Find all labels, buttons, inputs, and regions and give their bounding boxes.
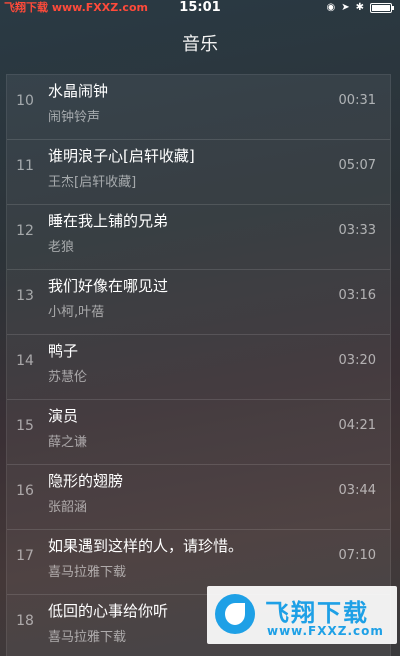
song-list[interactable]: 10 水晶闹钟闹钟铃声 00:31 11 谁明浪子心[启轩收藏] 王杰[启轩收藏] 05:0… bbox=[6, 74, 391, 656]
orientation-lock-icon: ◉ bbox=[326, 2, 336, 13]
status-right: ◉ ➤ ✱ bbox=[326, 0, 394, 16]
page-title: 音乐 bbox=[182, 34, 218, 55]
song-title: 我们好像在哪见过 bbox=[48, 277, 169, 295]
music-screen: 飞翔下载 www.FXXZ.com 15:01 ◉ ➤ ✱ 音乐 10 水晶闹钟闹… bbox=[0, 0, 400, 656]
song-artist: 喜马拉雅下载 bbox=[48, 630, 127, 645]
song-artist: 老狼 bbox=[48, 240, 75, 255]
song-artist: 苏慧伦 bbox=[48, 370, 88, 385]
song-duration: 03:44 bbox=[338, 483, 376, 498]
song-row[interactable]: 11 谁明浪子心[启轩收藏] 王杰[启轩收藏] 05:07 bbox=[7, 140, 390, 205]
location-icon: ➤ bbox=[341, 2, 350, 13]
watermark-logo-icon bbox=[215, 594, 255, 634]
song-title: 演员 bbox=[48, 407, 79, 425]
bluetooth-icon: ✱ bbox=[355, 2, 364, 13]
song-artist: 王杰[启轩收藏] bbox=[48, 175, 137, 190]
song-index: 16 bbox=[16, 483, 34, 499]
status-bar: 飞翔下载 www.FXXZ.com 15:01 ◉ ➤ ✱ bbox=[0, 0, 400, 16]
watermark-url: www.FXXZ.com bbox=[267, 624, 384, 638]
song-row[interactable]: 12 睡在我上铺的兄弟 老狼 03:33 bbox=[7, 205, 390, 270]
song-duration: 03:20 bbox=[338, 353, 376, 368]
song-title: 鸭子 bbox=[48, 342, 79, 360]
song-title: 睡在我上铺的兄弟 bbox=[48, 212, 169, 230]
watermark-overlay: 飞翔下载 www.FXXZ.com bbox=[207, 586, 397, 644]
song-duration: 05:07 bbox=[338, 158, 376, 173]
song-index: 17 bbox=[16, 548, 34, 564]
song-duration: 04:21 bbox=[338, 418, 376, 433]
song-index: 14 bbox=[16, 353, 34, 369]
song-artist: 小柯,叶蓓 bbox=[48, 305, 105, 320]
watermark-logo-text: 飞翔下载 bbox=[265, 599, 369, 627]
song-artist: 薛之谦 bbox=[48, 435, 88, 450]
song-artist: 喜马拉雅下载 bbox=[48, 565, 127, 580]
song-row[interactable]: 13 我们好像在哪见过 小柯,叶蓓 03:16 bbox=[7, 270, 390, 335]
song-title: 低回的心事给你听 bbox=[48, 602, 169, 620]
song-index: 10 bbox=[16, 93, 34, 109]
song-duration: 03:33 bbox=[338, 223, 376, 238]
song-artist: 张韶涵 bbox=[48, 500, 88, 515]
song-title: 隐形的翅膀 bbox=[48, 472, 124, 490]
song-duration: 03:16 bbox=[338, 288, 376, 303]
song-title: 水晶闹钟 bbox=[48, 82, 109, 100]
battery-level bbox=[372, 5, 390, 11]
song-row[interactable]: 10 水晶闹钟闹钟铃声 00:31 bbox=[7, 75, 390, 140]
song-index: 12 bbox=[16, 223, 34, 239]
song-artist: 闹钟铃声 bbox=[48, 110, 101, 125]
song-row[interactable]: 16 隐形的翅膀张韶涵 03:44 bbox=[7, 465, 390, 530]
battery-icon bbox=[370, 3, 394, 13]
song-row[interactable]: 15 演员薛之谦 04:21 bbox=[7, 400, 390, 465]
song-duration: 07:10 bbox=[338, 548, 376, 563]
song-duration: 00:31 bbox=[338, 93, 376, 108]
song-index: 13 bbox=[16, 288, 34, 304]
song-title: 谁明浪子心[启轩收藏] bbox=[48, 147, 195, 165]
song-row[interactable]: 14 鸭子苏慧伦 03:20 bbox=[7, 335, 390, 400]
song-index: 15 bbox=[16, 418, 34, 434]
song-index: 18 bbox=[16, 613, 34, 629]
song-index: 11 bbox=[16, 158, 34, 174]
song-title: 如果遇到这样的人，请珍惜。 bbox=[48, 537, 244, 555]
